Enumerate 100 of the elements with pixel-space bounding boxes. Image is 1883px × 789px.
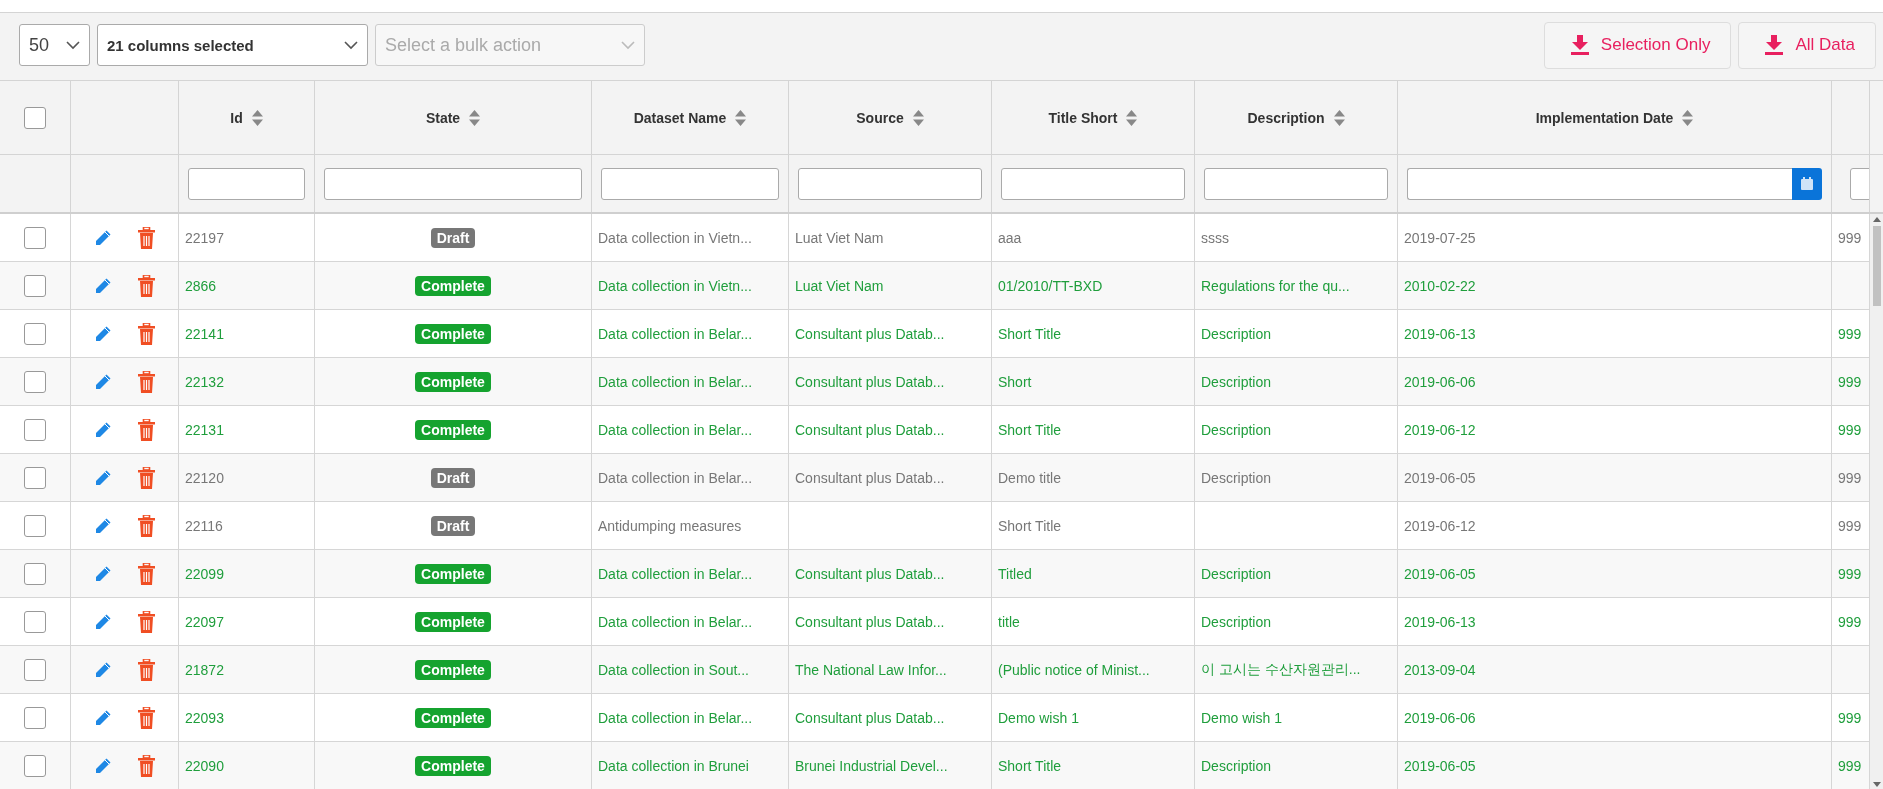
scrollbar[interactable] bbox=[1870, 214, 1883, 789]
table-cell: Data collection in Belar... bbox=[598, 709, 753, 726]
trash-icon[interactable] bbox=[138, 658, 155, 681]
table-cell: 2010-02-22 bbox=[1404, 277, 1476, 294]
date-filter-field[interactable] bbox=[1407, 167, 1792, 200]
table-cell: (Public notice of Minist... bbox=[998, 661, 1150, 678]
table-cell: The National Law Infor... bbox=[795, 661, 947, 678]
column-header[interactable]: Id bbox=[230, 109, 243, 126]
column-header[interactable]: Implementation Date bbox=[1535, 109, 1674, 126]
table-cell: Demo wish 1 bbox=[1201, 709, 1282, 726]
sort-icon[interactable] bbox=[1126, 109, 1138, 126]
table-cell: Data collection in Belar... bbox=[598, 373, 753, 390]
table-cell: Demo wish 1 bbox=[998, 709, 1079, 726]
table-cell: Data collection in Belar... bbox=[598, 469, 753, 486]
sort-icon[interactable] bbox=[912, 109, 924, 126]
filter-field[interactable] bbox=[188, 167, 305, 200]
table-cell: 22120 bbox=[185, 469, 224, 486]
trash-icon[interactable] bbox=[138, 514, 155, 537]
table-cell: Data collection in Belar... bbox=[598, 325, 753, 342]
filter-field[interactable] bbox=[1001, 167, 1185, 200]
pencil-icon[interactable] bbox=[94, 228, 112, 247]
table-cell: 2019-06-05 bbox=[1404, 469, 1476, 486]
pencil-icon[interactable] bbox=[94, 276, 112, 295]
filter-field[interactable] bbox=[1204, 167, 1388, 200]
status-badge: Complete bbox=[415, 419, 491, 440]
table-cell: 999 bbox=[1838, 229, 1862, 246]
trash-icon[interactable] bbox=[138, 466, 155, 489]
pencil-icon[interactable] bbox=[94, 564, 112, 583]
column-header[interactable]: Title Short bbox=[1048, 109, 1118, 126]
checkbox[interactable] bbox=[24, 274, 46, 297]
table-cell: 999 bbox=[1838, 565, 1862, 582]
table-cell: 999 bbox=[1838, 373, 1862, 390]
filter-field[interactable] bbox=[324, 167, 582, 200]
checkbox[interactable] bbox=[24, 562, 46, 585]
trash-icon[interactable] bbox=[138, 754, 155, 777]
trash-icon[interactable] bbox=[138, 562, 155, 585]
table-cell: Description bbox=[1201, 757, 1272, 774]
checkbox[interactable] bbox=[24, 226, 46, 249]
sort-icon[interactable] bbox=[1682, 109, 1694, 126]
sort-icon[interactable] bbox=[469, 109, 481, 126]
checkbox[interactable] bbox=[24, 106, 46, 129]
filter-field[interactable] bbox=[601, 167, 779, 200]
column-header[interactable]: Dataset Name bbox=[633, 109, 727, 126]
checkbox[interactable] bbox=[24, 466, 46, 489]
pencil-icon[interactable] bbox=[94, 708, 112, 727]
table-cell: 999 bbox=[1838, 613, 1862, 630]
table-cell: 999 bbox=[1838, 517, 1862, 534]
sort-icon[interactable] bbox=[735, 109, 747, 126]
pencil-icon[interactable] bbox=[94, 324, 112, 343]
checkbox[interactable] bbox=[24, 514, 46, 537]
trash-icon[interactable] bbox=[138, 370, 155, 393]
checkbox[interactable] bbox=[24, 418, 46, 441]
download-button[interactable]: All Data bbox=[1738, 21, 1876, 69]
table-cell: 01/2010/TT-BXD bbox=[998, 277, 1103, 294]
pencil-icon[interactable] bbox=[94, 516, 112, 535]
column-header[interactable]: Source bbox=[856, 109, 904, 126]
pencil-icon[interactable] bbox=[94, 420, 112, 439]
status-badge: Complete bbox=[415, 275, 491, 296]
table-cell: Data collection in Belar... bbox=[598, 613, 753, 630]
pencil-icon[interactable] bbox=[94, 372, 112, 391]
checkbox[interactable] bbox=[24, 322, 46, 345]
table-cell: Consultant plus Datab... bbox=[795, 709, 945, 726]
calendar-icon[interactable] bbox=[1792, 167, 1822, 200]
table-cell: Brunei Industrial Devel... bbox=[795, 757, 948, 774]
pencil-icon[interactable] bbox=[94, 660, 112, 679]
pencil-icon[interactable] bbox=[94, 756, 112, 775]
pencil-icon[interactable] bbox=[94, 468, 112, 487]
page-size-select[interactable]: 50 bbox=[19, 24, 90, 66]
trash-icon[interactable] bbox=[138, 322, 155, 345]
filter-field[interactable] bbox=[798, 167, 982, 200]
trash-icon[interactable] bbox=[138, 610, 155, 633]
checkbox[interactable] bbox=[24, 706, 46, 729]
chevron-down-icon bbox=[621, 40, 635, 50]
table-cell: Short bbox=[998, 373, 1032, 390]
checkbox[interactable] bbox=[24, 658, 46, 681]
columns-select[interactable]: 21 columns selected bbox=[97, 24, 368, 66]
status-badge: Complete bbox=[415, 323, 491, 344]
table-cell: 22132 bbox=[185, 373, 224, 390]
column-header[interactable]: Description bbox=[1247, 109, 1325, 126]
scroll-down-icon[interactable] bbox=[1872, 782, 1881, 787]
download-button[interactable]: Selection Only bbox=[1543, 21, 1732, 69]
checkbox[interactable] bbox=[24, 610, 46, 633]
table-cell: 2019-06-05 bbox=[1404, 757, 1476, 774]
table-cell: 2019-06-06 bbox=[1404, 373, 1476, 390]
status-badge: Draft bbox=[430, 515, 476, 536]
column-header[interactable]: State bbox=[425, 109, 461, 126]
scrollbar-thumb[interactable] bbox=[1872, 226, 1881, 306]
table-cell: Description bbox=[1201, 469, 1272, 486]
table-cell: 999 bbox=[1838, 421, 1862, 438]
trash-icon[interactable] bbox=[138, 226, 155, 249]
scroll-up-icon[interactable] bbox=[1872, 217, 1881, 222]
checkbox[interactable] bbox=[24, 370, 46, 393]
sort-icon[interactable] bbox=[251, 109, 263, 126]
table-cell: Description bbox=[1201, 325, 1272, 342]
trash-icon[interactable] bbox=[138, 274, 155, 297]
trash-icon[interactable] bbox=[138, 706, 155, 729]
trash-icon[interactable] bbox=[138, 418, 155, 441]
pencil-icon[interactable] bbox=[94, 612, 112, 631]
sort-icon[interactable] bbox=[1333, 109, 1345, 126]
checkbox[interactable] bbox=[24, 754, 46, 777]
